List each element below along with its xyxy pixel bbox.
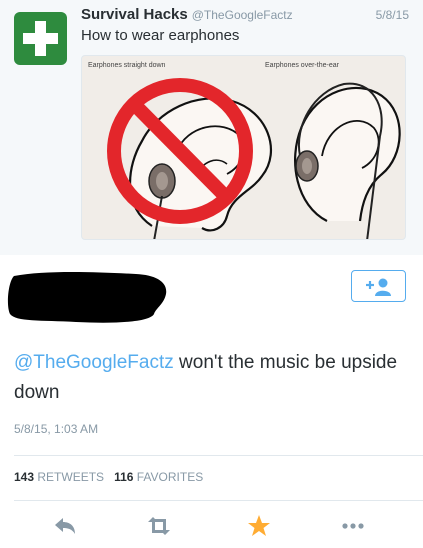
display-name[interactable]: Survival Hacks [81, 6, 188, 23]
earphones-illustration [107, 78, 401, 239]
tweet-stats: 143 RETWEETS 116 FAVORITES [14, 470, 203, 484]
follow-button[interactable] [351, 270, 406, 302]
reply-text: @TheGoogleFactz won't the music be upsid… [14, 348, 410, 408]
user-handle[interactable]: @TheGoogleFactz [192, 8, 293, 22]
quoted-text: How to wear earphones [81, 27, 240, 44]
follow-person-icon [366, 278, 391, 296]
quoted-author[interactable]: Survival Hacks @TheGoogleFactz [81, 6, 293, 23]
caption-straight-down: Earphones straight down [88, 62, 166, 69]
favorite-button[interactable] [246, 513, 272, 539]
favorites-stat[interactable]: 116 FAVORITES [114, 470, 203, 484]
quoted-tweet[interactable]: Survival Hacks @TheGoogleFactz 5/8/15 How… [0, 0, 423, 255]
reply-icon [55, 518, 75, 534]
more-button[interactable] [340, 513, 366, 539]
quoted-date[interactable]: 5/8/15 [376, 8, 409, 22]
favorite-count: 116 [114, 470, 134, 484]
avatar[interactable] [14, 12, 67, 65]
favorite-star-icon [248, 515, 270, 536]
retweet-button[interactable] [146, 513, 172, 539]
mention-link[interactable]: @TheGoogleFactz [14, 352, 174, 373]
retweet-icon [148, 517, 170, 535]
retweet-count: 143 [14, 470, 35, 484]
retweet-label: RETWEETS [37, 470, 105, 484]
retweets-stat[interactable]: 143 RETWEETS [14, 470, 104, 484]
divider [14, 455, 423, 456]
redacted-author [7, 272, 167, 323]
reply-timestamp[interactable]: 5/8/15, 1:03 AM [14, 422, 98, 436]
more-icon [342, 523, 364, 529]
divider [14, 500, 423, 501]
caption-over-the-ear: Earphones over-the-ear [265, 62, 339, 69]
earphones-photo[interactable]: Earphones straight down Earphones over-t… [81, 55, 406, 240]
reply-button[interactable] [52, 513, 78, 539]
favorite-label: FAVORITES [136, 470, 204, 484]
